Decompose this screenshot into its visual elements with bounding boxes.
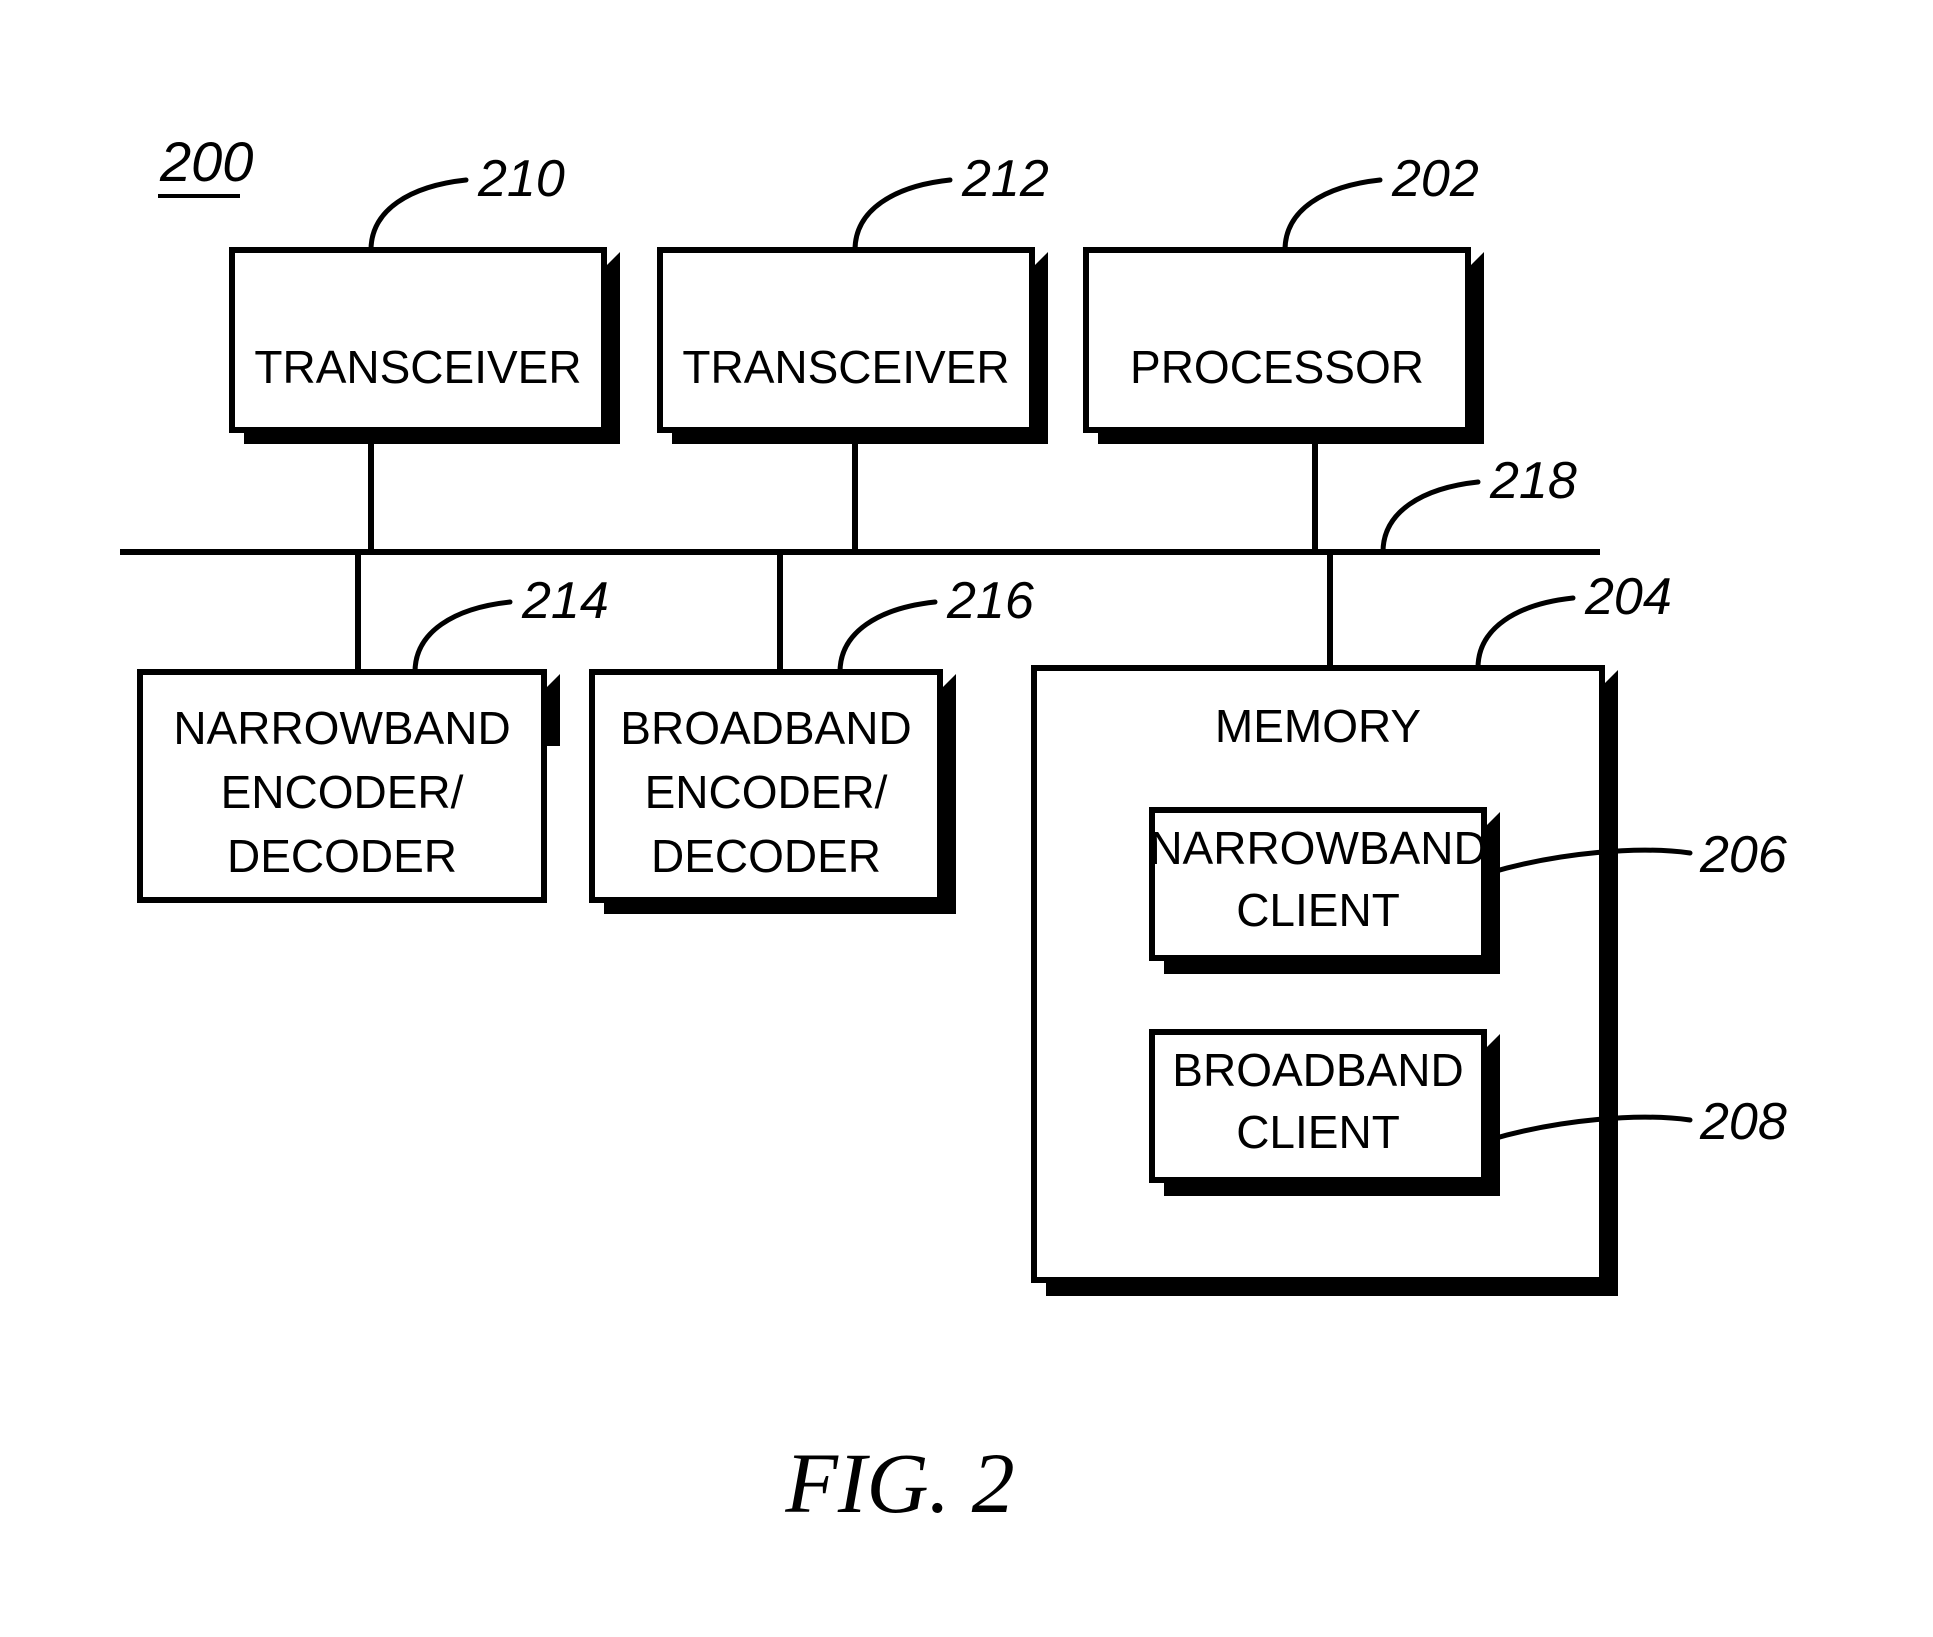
reference-218-leader bbox=[1380, 479, 1481, 555]
reference-214-leader bbox=[412, 599, 513, 675]
reference-202-text: 202 bbox=[1391, 150, 1479, 208]
figure-number-200: 200 bbox=[158, 130, 253, 198]
block-memory: MEMORY NARROWBAND CLIENT BROADBAND CLIEN… bbox=[1031, 665, 1618, 1296]
block-narrowband-client: NARROWBAND CLIENT bbox=[1149, 807, 1500, 974]
reference-208-text: 208 bbox=[1699, 1093, 1787, 1151]
reference-214: 214 bbox=[412, 572, 609, 675]
block-transceiver-1-body bbox=[229, 247, 607, 433]
reference-204-leader bbox=[1475, 595, 1576, 671]
block-broadband-client: BROADBAND CLIENT bbox=[1149, 1029, 1500, 1196]
block-memory-label: MEMORY bbox=[1215, 700, 1421, 752]
block-broadband-codec: BROADBAND ENCODER/ DECODER bbox=[589, 669, 956, 914]
block-transceiver-2-label: TRANSCEIVER bbox=[682, 341, 1009, 393]
block-transceiver-1: TRANSCEIVER bbox=[229, 247, 620, 444]
reference-210-text: 210 bbox=[477, 150, 565, 208]
reference-212: 212 bbox=[852, 150, 1049, 253]
block-narrowband-codec-line1: NARROWBAND bbox=[173, 702, 510, 754]
block-narrowband-codec-line3: DECODER bbox=[227, 830, 457, 882]
figure-number-200-text: 200 bbox=[159, 130, 253, 193]
block-broadband-codec-line1: BROADBAND bbox=[620, 702, 911, 754]
reference-204: 204 bbox=[1475, 568, 1672, 671]
reference-202-leader bbox=[1282, 177, 1383, 253]
reference-214-text: 214 bbox=[521, 572, 609, 630]
reference-206-text: 206 bbox=[1699, 826, 1787, 884]
patent-figure-2: 200 TRANSCEIVER 210 TRANSCEIVER 212 PROC… bbox=[0, 0, 1933, 1637]
reference-210-leader bbox=[368, 177, 469, 253]
block-broadband-codec-line2: ENCODER/ bbox=[645, 766, 888, 818]
block-processor-label: PROCESSOR bbox=[1130, 341, 1424, 393]
reference-218-text: 218 bbox=[1489, 452, 1577, 510]
block-narrowband-codec: NARROWBAND ENCODER/ DECODER bbox=[137, 669, 560, 903]
block-broadband-codec-line3: DECODER bbox=[651, 830, 881, 882]
block-narrowband-client-line2: CLIENT bbox=[1236, 884, 1400, 936]
reference-218: 218 bbox=[1380, 452, 1577, 555]
reference-216-text: 216 bbox=[946, 572, 1034, 630]
reference-216: 216 bbox=[837, 572, 1034, 675]
block-transceiver-2: TRANSCEIVER bbox=[657, 247, 1048, 444]
block-broadband-client-line2: CLIENT bbox=[1236, 1106, 1400, 1158]
figure-caption: FIG. 2 bbox=[784, 1435, 1014, 1531]
block-broadband-client-line1: BROADBAND bbox=[1172, 1044, 1463, 1096]
block-transceiver-2-body bbox=[657, 247, 1035, 433]
block-transceiver-1-label: TRANSCEIVER bbox=[254, 341, 581, 393]
reference-204-text: 204 bbox=[1584, 568, 1672, 626]
reference-212-text: 212 bbox=[961, 150, 1049, 208]
block-narrowband-client-line1: NARROWBAND bbox=[1149, 822, 1486, 874]
figure-canvas: 200 TRANSCEIVER 210 TRANSCEIVER 212 PROC… bbox=[120, 130, 1787, 1531]
block-narrowband-codec-line2: ENCODER/ bbox=[221, 766, 464, 818]
block-processor-body bbox=[1083, 247, 1471, 433]
reference-202: 202 bbox=[1282, 150, 1479, 253]
reference-210: 210 bbox=[368, 150, 565, 253]
block-processor: PROCESSOR bbox=[1083, 247, 1484, 444]
reference-216-leader bbox=[837, 599, 938, 675]
reference-212-leader bbox=[852, 177, 953, 253]
